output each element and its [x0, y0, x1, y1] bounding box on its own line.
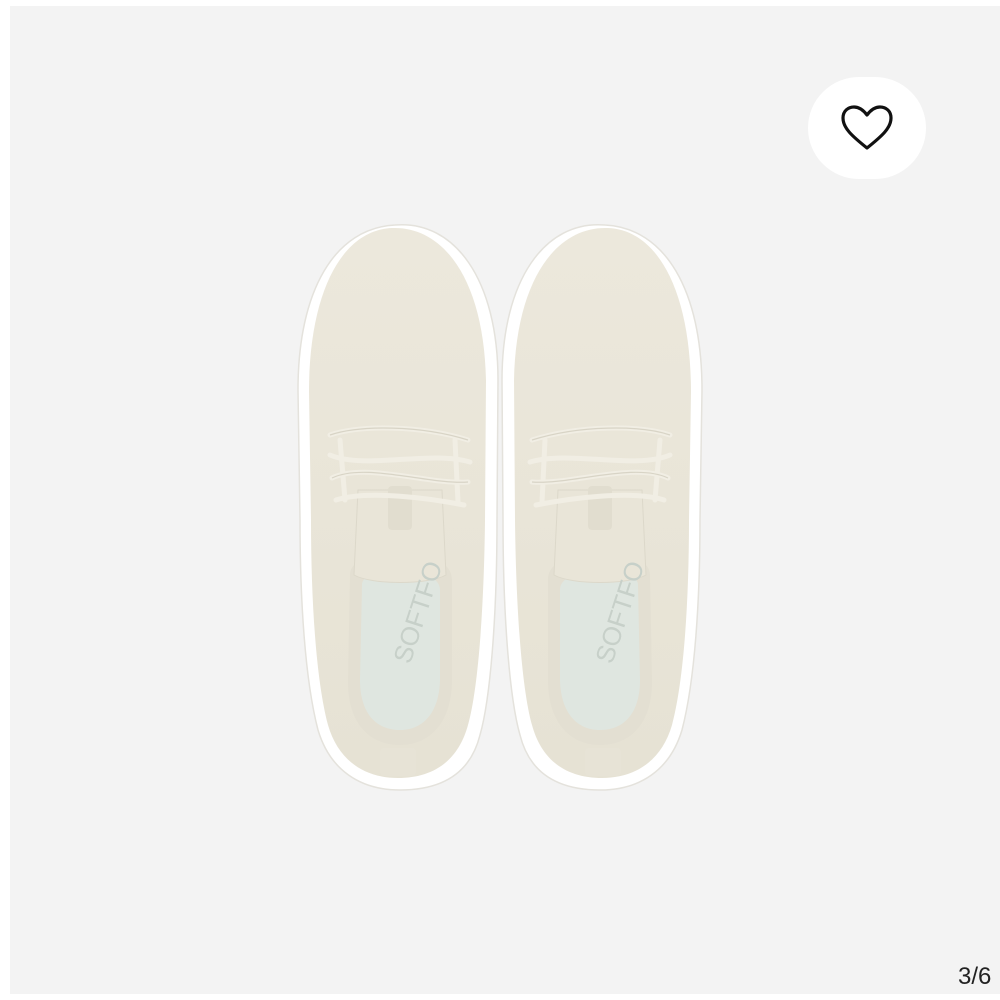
- right-shoe: SOFTFO: [501, 224, 703, 791]
- favorite-button[interactable]: [808, 77, 926, 179]
- product-image-viewer: SOFTFO SOFTFO 3/6: [0, 0, 1000, 1000]
- image-counter: 3/6: [958, 963, 992, 990]
- heart-outline-icon: [841, 105, 893, 150]
- left-shoe: SOFTFO: [297, 224, 499, 791]
